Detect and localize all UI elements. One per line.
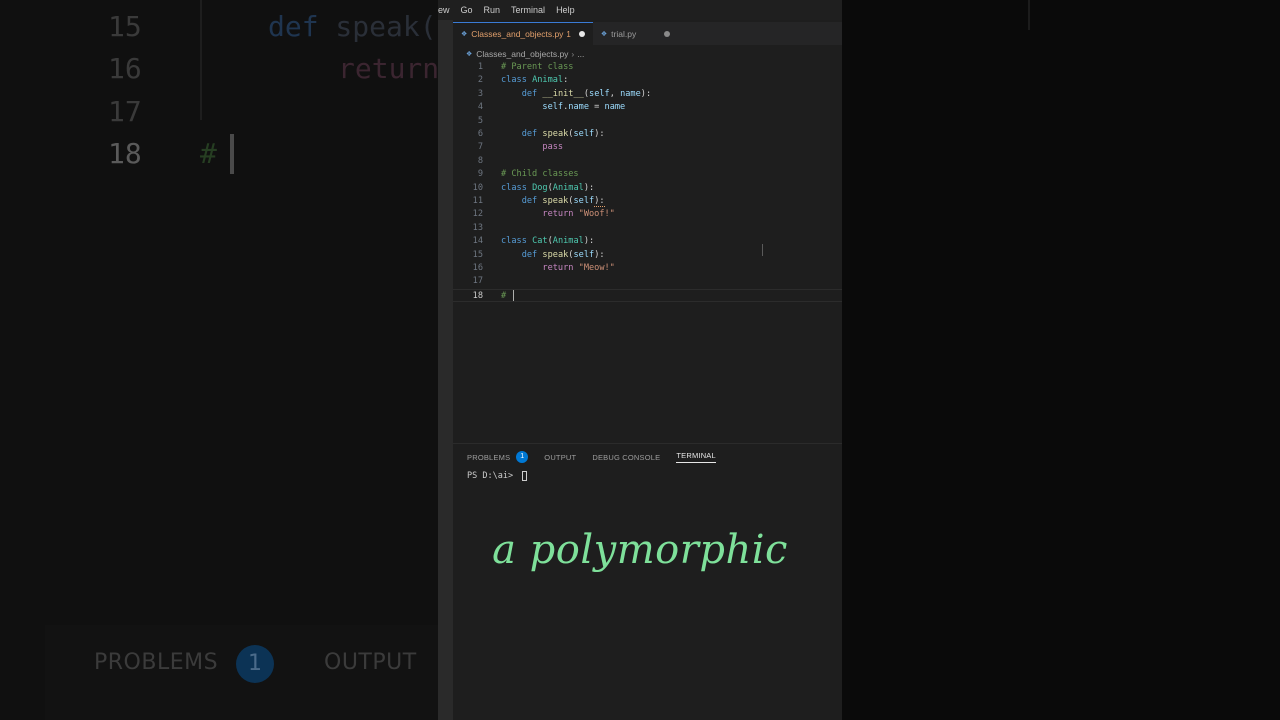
code-line: 1 # Parent class <box>477 62 574 72</box>
tab-trial[interactable]: ❖ trial.py <box>593 22 678 45</box>
menu-go[interactable]: Go <box>461 5 473 15</box>
bottom-panel: PROBLEMS 1 OUTPUT DEBUG CONSOLE TERMINAL … <box>453 443 842 720</box>
terminal-prompt: PS D:\ai> <box>467 471 519 481</box>
tab-label: trial.py <box>611 28 637 39</box>
tab-problem-count: 1 <box>566 29 571 39</box>
code-line: 3 def __init__(self, name): <box>477 88 652 99</box>
code-line: 12 return "Woof!" <box>472 209 615 220</box>
code-line: 14 class Cat(Animal): <box>472 236 595 247</box>
bg-problems-tab: PROBLEMS <box>94 650 219 675</box>
menu-view[interactable]: ew <box>438 5 450 15</box>
video-caption: a polymorphic <box>492 527 788 573</box>
bg-line-17: 17 <box>108 95 142 128</box>
code-line: 13 <box>472 222 483 233</box>
bg-line-16: 16 <box>108 52 142 85</box>
code-line: 5 <box>477 115 483 126</box>
breadcrumb-symbol[interactable]: ... <box>577 49 584 59</box>
code-line-current: 18 # <box>453 288 842 303</box>
breadcrumb: ❖ Classes_and_objects.py › ... <box>466 47 584 61</box>
tab-label: Classes_and_objects.py <box>471 29 564 39</box>
problems-count-badge: 1 <box>516 451 529 463</box>
code-line: 15 def speak(self): <box>472 249 605 260</box>
bg-line-15: 15 <box>108 10 142 43</box>
panel-tabs: PROBLEMS 1 OUTPUT DEBUG CONSOLE TERMINAL <box>467 451 732 463</box>
code-line: 2 class Animal: <box>477 75 569 86</box>
code-line: 6 def speak(self): <box>477 129 605 139</box>
tab-debug-console[interactable]: DEBUG CONSOLE <box>592 453 660 462</box>
menu-terminal[interactable]: Terminal <box>511 5 545 15</box>
mouse-ibeam-cursor-icon <box>762 244 763 256</box>
terminal-input[interactable]: PS D:\ai> <box>467 471 528 481</box>
menu-run[interactable]: Run <box>484 5 501 15</box>
tab-terminal[interactable]: TERMINAL <box>676 451 716 463</box>
code-line: 4 self.name = name <box>477 102 626 113</box>
activity-bar <box>438 20 453 720</box>
tab-output[interactable]: OUTPUT <box>544 453 576 462</box>
tab-problems[interactable]: PROBLEMS 1 <box>467 451 529 463</box>
code-line: 16 return "Meow!" <box>472 263 615 273</box>
code-line: 8 <box>477 155 483 166</box>
tab-classes-and-objects[interactable]: ❖ Classes_and_objects.py 1 <box>453 22 593 45</box>
code-line: 9 # Child classes <box>477 169 579 180</box>
python-file-icon: ❖ <box>466 51 473 58</box>
python-file-icon: ❖ <box>461 31 468 38</box>
code-line: 10 class Dog(Animal): <box>472 182 595 193</box>
breadcrumb-file[interactable]: Classes_and_objects.py <box>476 49 568 59</box>
vscode-window: ew Go Run Terminal Help ❖ Classes_and_ob… <box>438 0 842 720</box>
unsaved-dot-icon[interactable] <box>578 31 585 37</box>
bg-problems-badge: 1 <box>236 645 274 683</box>
code-line: 17 <box>472 276 483 287</box>
code-editor[interactable]: 1 # Parent class 2 class Animal: 3 def __i… <box>453 61 842 441</box>
bg-line-18: 18 <box>108 137 142 170</box>
chevron-right-icon: › <box>571 49 575 59</box>
unsaved-dot-icon[interactable] <box>664 30 671 37</box>
menubar: ew Go Run Terminal Help <box>438 0 842 20</box>
python-file-icon: ❖ <box>600 30 608 38</box>
text-caret <box>513 289 515 301</box>
code-line: 7 pass <box>477 142 564 153</box>
menu-help[interactable]: Help <box>556 5 575 15</box>
bg-output-tab: OUTPUT <box>324 650 417 675</box>
editor-tabs: ❖ Classes_and_objects.py 1 ❖ trial.py <box>453 22 842 45</box>
terminal-cursor <box>522 471 528 481</box>
code-line: 11 def speak(self): <box>472 196 605 207</box>
